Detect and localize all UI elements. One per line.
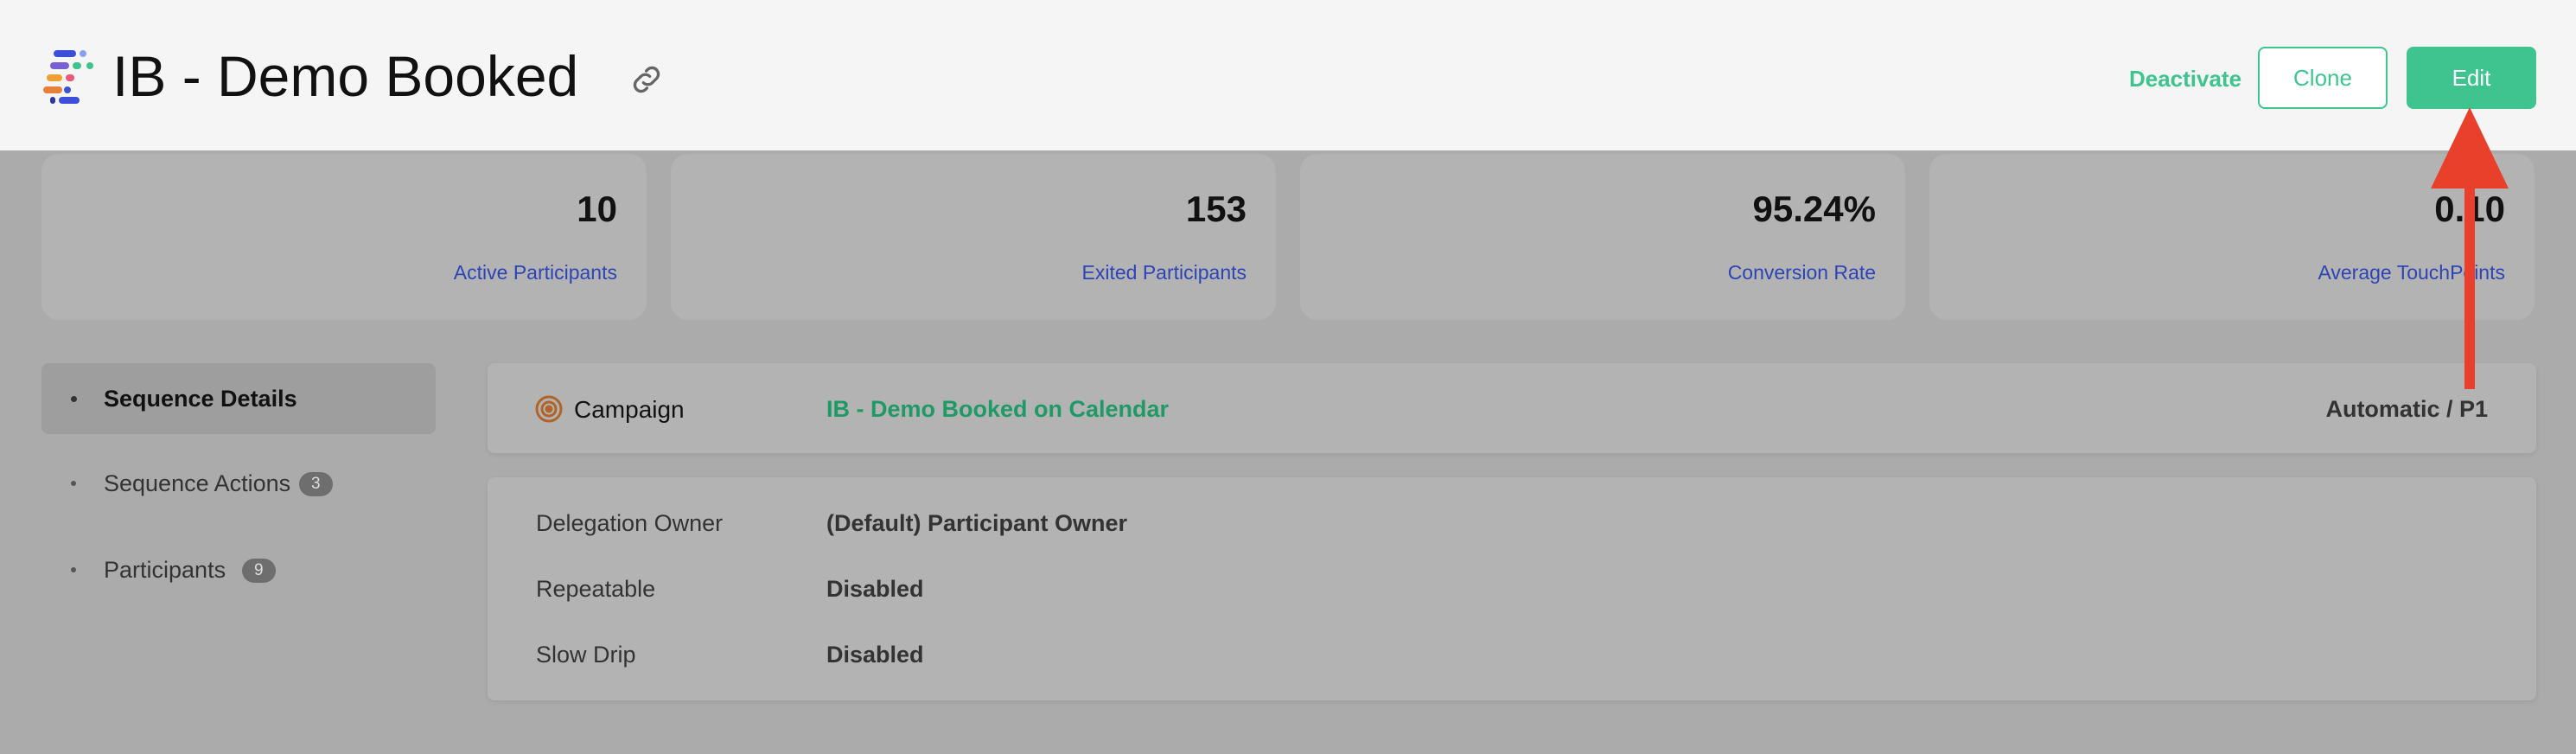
detail-label: Slow Drip [536, 642, 636, 668]
detail-value: Disabled [826, 642, 924, 668]
deactivate-button[interactable]: Deactivate [2099, 50, 2272, 107]
edit-button[interactable]: Edit [2407, 47, 2536, 109]
stat-label[interactable]: Active Participants [454, 261, 617, 284]
sequence-details-panel: Delegation Owner (Default) Participant O… [488, 477, 2536, 700]
campaign-label: Campaign [574, 396, 685, 423]
arrow-up-annotation [2431, 107, 2509, 389]
count-badge: 3 [299, 472, 333, 496]
sidebar-item-label: Participants [104, 557, 226, 583]
stat-value: 153 [1185, 188, 1247, 229]
stat-label[interactable]: Exited Participants [1082, 261, 1247, 284]
sidebar-item-sequence-actions[interactable]: Sequence Actions 3 [41, 448, 436, 519]
app-logo-icon [43, 50, 93, 104]
clone-button[interactable]: Clone [2258, 47, 2388, 109]
detail-label: Delegation Owner [536, 510, 724, 536]
sidebar-item-sequence-details[interactable]: Sequence Details [41, 363, 436, 434]
sidebar-item-label: Sequence Actions [104, 470, 291, 496]
campaign-link[interactable]: IB - Demo Booked on Calendar [826, 396, 1169, 423]
bullet [71, 567, 76, 572]
stat-label[interactable]: Conversion Rate [1728, 261, 1876, 284]
bullet [71, 396, 77, 402]
sidebar-item-participants[interactable]: Participants 9 [41, 534, 436, 605]
stat-card-active-participants: 10 Active Participants [41, 154, 647, 320]
detail-value: (Default) Participant Owner [826, 510, 1128, 536]
stat-value: 95.24% [1752, 188, 1876, 229]
stat-card-exited-participants: 153 Exited Participants [671, 154, 1276, 320]
campaign-mode: Automatic / P1 [2325, 396, 2488, 422]
campaign-panel: Campaign IB - Demo Booked on Calendar Au… [488, 363, 2536, 453]
link-icon[interactable] [628, 61, 666, 99]
bullet [71, 481, 76, 486]
stat-card-conversion-rate: 95.24% Conversion Rate [1300, 154, 1905, 320]
page-title: IB - Demo Booked [112, 44, 579, 108]
count-badge: 9 [242, 559, 276, 583]
stat-value: 10 [577, 188, 617, 229]
page-header: IB - Demo Booked Deactivate Clone Edit [0, 0, 2576, 150]
detail-value: Disabled [826, 576, 924, 602]
detail-label: Repeatable [536, 576, 656, 602]
sidebar-item-label: Sequence Details [104, 386, 297, 412]
target-icon [535, 395, 563, 423]
